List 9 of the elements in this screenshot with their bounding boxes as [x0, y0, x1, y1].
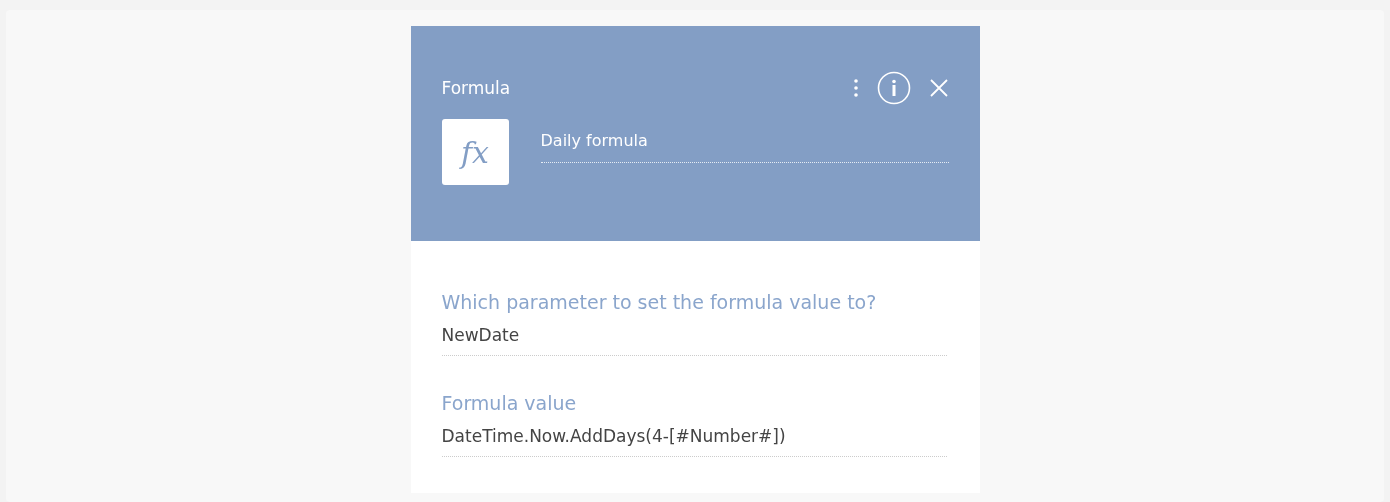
info-button[interactable]: [876, 71, 911, 105]
field-label: Formula value: [441, 392, 578, 414]
close-button[interactable]: [928, 78, 949, 98]
input-field[interactable]: NewDate: [441, 325, 947, 356]
input-field[interactable]: DateTime.Now.AddDays(4-[#Number#]): [441, 426, 947, 457]
field-label: Which parameter to set the formula value to?: [441, 291, 878, 313]
panel-title: Formula: [441, 78, 511, 98]
formula-icon: fx: [441, 119, 509, 185]
more-menu-button[interactable]: [852, 78, 859, 98]
